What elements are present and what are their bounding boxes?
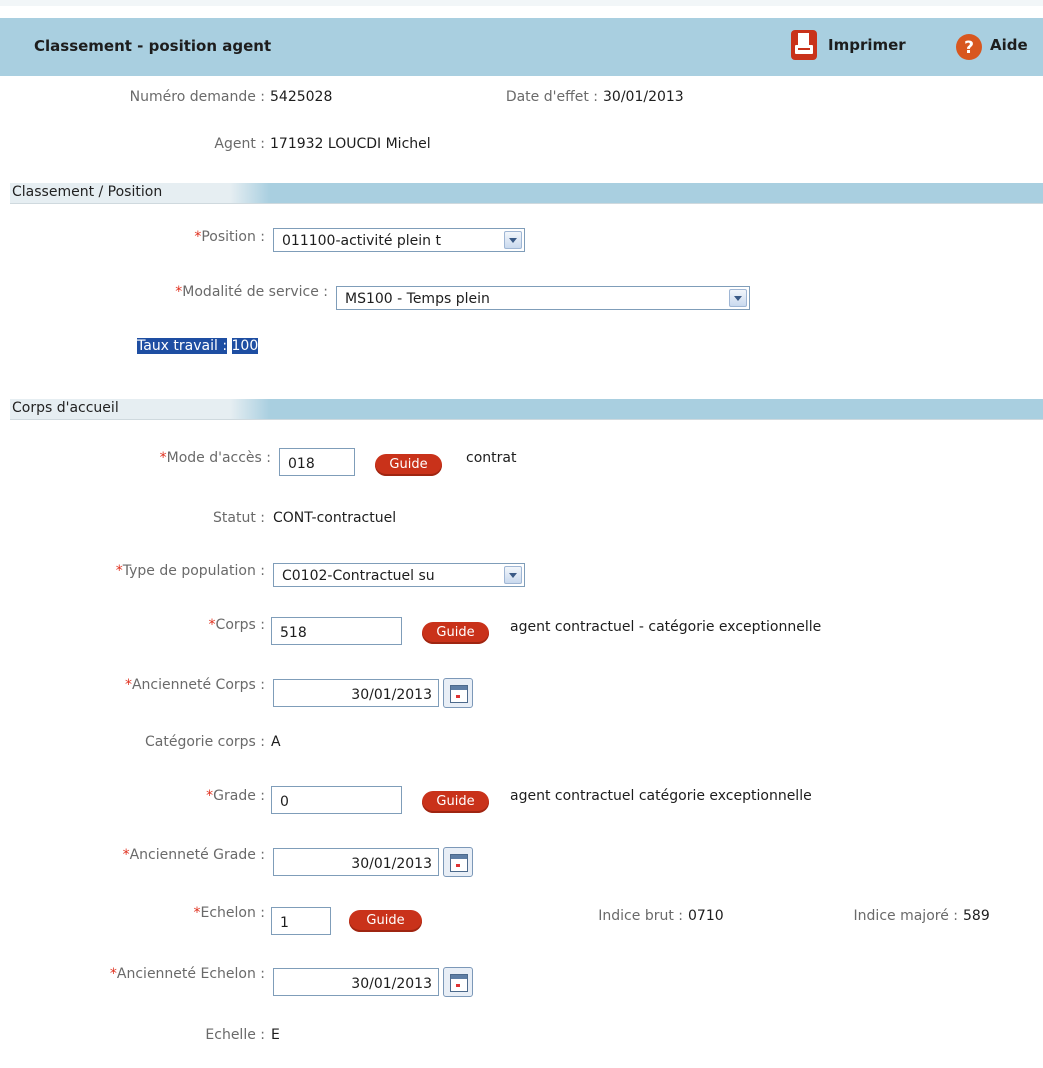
anciennete-corps-label: *Ancienneté Corps : (125, 677, 265, 693)
grade-label-text: Grade : (213, 788, 265, 804)
agent-label: Agent : (214, 136, 265, 152)
modalite-label: *Modalité de service : (175, 284, 328, 300)
mode-acces-label: *Mode d'accès : (160, 450, 271, 466)
corps-value: 518 (280, 625, 307, 641)
position-select[interactable]: 011100-activité plein t (273, 228, 525, 252)
anciennete-grade-label: *Ancienneté Grade : (123, 847, 265, 863)
anciennete-grade-date-input[interactable]: 30/01/2013 (273, 848, 439, 876)
mode-acces-value: 018 (288, 456, 315, 472)
echelon-label-text: Echelon : (200, 905, 265, 921)
page-header: Classement - position agent Imprimer ? A… (0, 18, 1043, 76)
mode-acces-label-text: Mode d'accès : (166, 450, 271, 466)
anciennete-corps-value: 30/01/2013 (351, 687, 432, 703)
top-strip (0, 0, 1043, 6)
grade-input[interactable]: 0 (271, 786, 402, 814)
echelle-value: E (271, 1027, 280, 1043)
section-classement-position: Classement / Position (10, 183, 1043, 204)
echelon-value: 1 (280, 915, 289, 931)
mode-acces-description: contrat (466, 450, 517, 466)
anciennete-echelon-date-input[interactable]: 30/01/2013 (273, 968, 439, 996)
grade-description: agent contractuel catégorie exceptionnel… (510, 788, 812, 804)
corps-guide-button[interactable]: Guide (422, 622, 489, 644)
categorie-corps-label: Catégorie corps : (145, 734, 265, 750)
anciennete-echelon-label-text: Ancienneté Echelon : (116, 966, 265, 982)
anciennete-corps-label-text: Ancienneté Corps : (131, 677, 265, 693)
calendar-icon[interactable] (443, 678, 473, 708)
required-marker: * (115, 563, 123, 579)
grade-guide-button[interactable]: Guide (422, 791, 489, 813)
date-effet-label: Date d'effet : (505, 89, 598, 105)
type-population-label: *Type de population : (116, 563, 265, 579)
grade-value: 0 (280, 794, 289, 810)
indice-majore-value: 589 (963, 908, 990, 924)
svg-text:?: ? (964, 38, 974, 58)
help-icon[interactable]: ? (955, 33, 983, 61)
echelon-guide-button[interactable]: Guide (349, 910, 422, 932)
taux-travail-value: 100 (231, 338, 259, 354)
anciennete-grade-label-text: Ancienneté Grade : (129, 847, 265, 863)
anciennete-echelon-value: 30/01/2013 (351, 976, 432, 992)
section-title: Classement / Position (12, 184, 163, 200)
taux-travail-label: Taux travail : 100 (137, 338, 259, 354)
required-marker: * (109, 966, 117, 982)
anciennete-echelon-label: *Ancienneté Echelon : (110, 966, 265, 982)
chevron-down-icon[interactable] (504, 231, 522, 249)
calendar-icon[interactable] (443, 967, 473, 997)
modalite-label-text: Modalité de service : (182, 284, 328, 300)
echelle-label: Echelle : (205, 1027, 265, 1043)
mode-acces-input[interactable]: 018 (279, 448, 355, 476)
anciennete-grade-value: 30/01/2013 (351, 856, 432, 872)
type-population-select[interactable]: C0102-Contractuel su (273, 563, 525, 587)
corps-input[interactable]: 518 (271, 617, 402, 645)
modalite-select-value: MS100 - Temps plein (345, 291, 490, 307)
statut-value: CONT-contractuel (273, 510, 397, 526)
agent-value: 171932 LOUCDI Michel (270, 136, 431, 152)
calendar-icon[interactable] (443, 847, 473, 877)
indice-majore-label: Indice majoré : (853, 908, 958, 924)
print-icon[interactable] (789, 28, 819, 62)
section-title: Corps d'accueil (12, 400, 119, 416)
corps-label-text: Corps : (215, 617, 265, 633)
required-marker: * (122, 847, 130, 863)
grade-label: *Grade : (206, 788, 265, 804)
position-label: *Position : (194, 229, 265, 245)
chevron-down-icon[interactable] (504, 566, 522, 584)
required-marker: * (159, 450, 167, 466)
mode-acces-guide-button[interactable]: Guide (375, 454, 442, 476)
position-label-text: Position : (201, 229, 265, 245)
date-effet-value: 30/01/2013 (603, 89, 684, 105)
indice-brut-label: Indice brut : (598, 908, 683, 924)
numero-demande-label: Numéro demande : (129, 89, 265, 105)
required-marker: * (208, 617, 216, 633)
required-marker: * (124, 677, 132, 693)
numero-demande-value: 5425028 (270, 89, 333, 105)
anciennete-corps-date-input[interactable]: 30/01/2013 (273, 679, 439, 707)
echelon-input[interactable]: 1 (271, 907, 331, 935)
help-link[interactable]: Aide (990, 36, 1028, 54)
corps-label: *Corps : (209, 617, 265, 633)
chevron-down-icon[interactable] (729, 289, 747, 307)
page-title: Classement - position agent (34, 37, 272, 55)
section-corps-accueil: Corps d'accueil (10, 399, 1043, 420)
taux-travail-label-text: Taux travail : (137, 338, 228, 354)
categorie-corps-value: A (271, 734, 281, 750)
corps-description: agent contractuel - catégorie exceptionn… (510, 619, 822, 635)
print-link[interactable]: Imprimer (828, 36, 906, 54)
type-population-label-text: Type de population : (122, 563, 265, 579)
statut-label: Statut : (213, 510, 265, 526)
echelon-label: *Echelon : (193, 905, 265, 921)
modalite-select[interactable]: MS100 - Temps plein (336, 286, 750, 310)
indice-brut-value: 0710 (688, 908, 724, 924)
position-select-value: 011100-activité plein t (282, 233, 441, 249)
type-population-value: C0102-Contractuel su (282, 568, 435, 584)
